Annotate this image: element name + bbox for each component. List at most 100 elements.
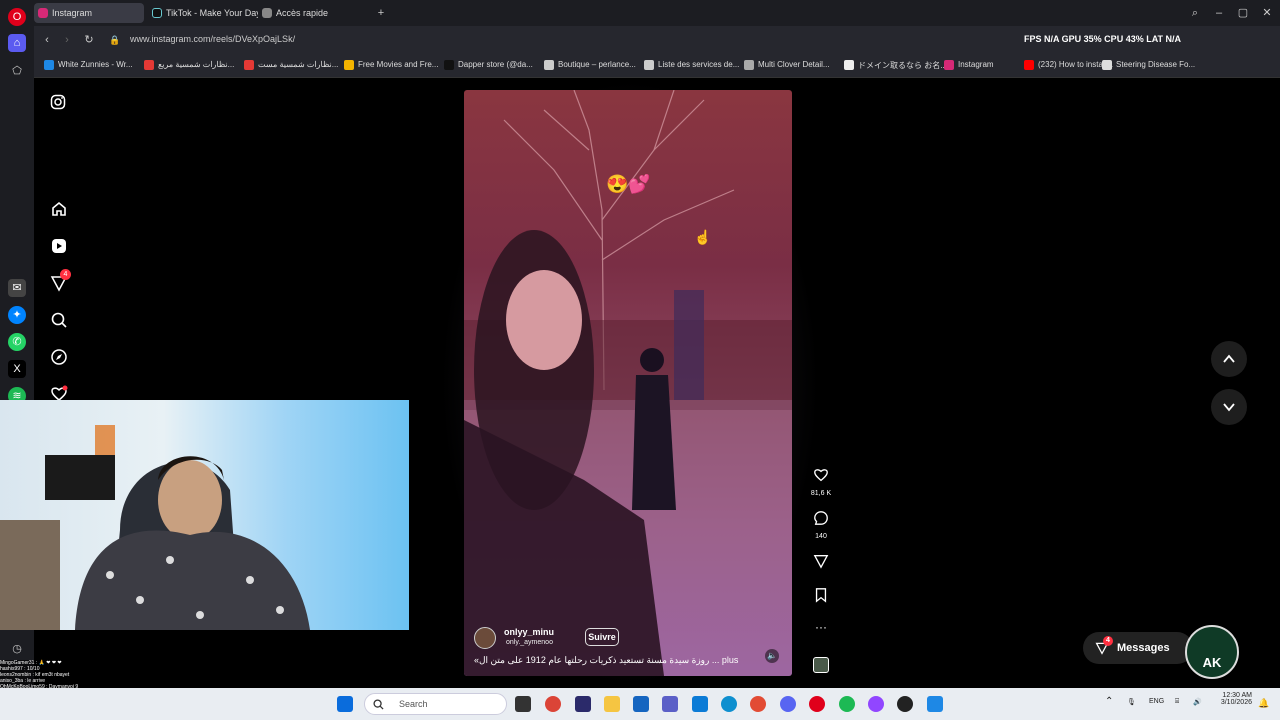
webcam-feed bbox=[0, 400, 409, 630]
start-icon[interactable] bbox=[337, 696, 353, 712]
reload-button[interactable]: ↻ bbox=[82, 33, 96, 47]
search-placeholder: Search bbox=[399, 699, 428, 709]
clock[interactable]: 12:30 AM 3/10/2026 bbox=[1212, 692, 1252, 706]
follow-button[interactable]: Suivre bbox=[585, 628, 619, 646]
home-icon[interactable]: ⌂ bbox=[8, 34, 26, 52]
spotify-icon[interactable] bbox=[839, 696, 855, 712]
maximize-button[interactable]: ▢ bbox=[1236, 6, 1250, 20]
bookmark-label: Free Movies and Fre... bbox=[358, 60, 439, 69]
opera-icon[interactable] bbox=[809, 696, 825, 712]
bookmark-item[interactable]: Dapper store (@da... bbox=[444, 60, 533, 70]
chrome-icon[interactable] bbox=[545, 696, 561, 712]
chevron-up-icon bbox=[1223, 354, 1235, 363]
reel-username[interactable]: onlyy_minu bbox=[504, 627, 554, 637]
explore-icon[interactable] bbox=[50, 348, 70, 368]
bookmark-favicon-icon bbox=[44, 60, 54, 70]
opera-logo-icon[interactable]: O bbox=[8, 8, 26, 26]
bookmark-item[interactable]: Liste des services de... bbox=[644, 60, 740, 70]
photos-icon[interactable] bbox=[927, 696, 943, 712]
tray-overflow-icon[interactable]: ⌃ bbox=[1105, 696, 1113, 707]
twitch-icon[interactable] bbox=[868, 696, 884, 712]
x-icon[interactable]: X bbox=[8, 360, 26, 378]
back-button[interactable]: ‹ bbox=[40, 33, 54, 47]
notification-badge: 4 bbox=[60, 269, 71, 280]
edge-icon[interactable] bbox=[721, 696, 737, 712]
task-view-icon[interactable] bbox=[515, 696, 531, 712]
file-explorer-icon[interactable] bbox=[604, 696, 620, 712]
chevron-down-icon bbox=[1223, 403, 1235, 412]
network-icon[interactable]: ⌸ bbox=[1175, 698, 1179, 706]
whatsapp-icon[interactable]: ✆ bbox=[8, 333, 26, 351]
premiere-icon[interactable] bbox=[575, 696, 591, 712]
teams-icon[interactable] bbox=[662, 696, 678, 712]
messages-button[interactable]: 4 Messages bbox=[1083, 632, 1193, 664]
tiktok-icon bbox=[152, 8, 162, 18]
bookmark-icon bbox=[815, 588, 827, 603]
reels-icon[interactable] bbox=[50, 237, 70, 257]
history-icon[interactable]: ◷ bbox=[8, 640, 26, 658]
forward-button[interactable]: › bbox=[60, 33, 74, 47]
pinboard-icon[interactable]: ⬠ bbox=[8, 62, 26, 80]
performance-readout: FPS N/A GPU 35% CPU 43% LAT N/A bbox=[1024, 34, 1182, 44]
store-icon[interactable] bbox=[633, 696, 649, 712]
chrome-alt-icon[interactable] bbox=[750, 696, 766, 712]
tab-speed-dial[interactable]: Accès rapide bbox=[258, 3, 368, 23]
save-button[interactable] bbox=[810, 587, 832, 608]
search-tabs-icon[interactable]: ⌕ bbox=[1188, 6, 1202, 20]
windows-taskbar: Search ⌃ 🎙 ENG ⌸ 🔊 12:30 AM 3/10/2026 🔔 bbox=[0, 688, 1280, 720]
bookmark-item[interactable]: (232) How to install... bbox=[1024, 60, 1113, 70]
tab-instagram[interactable]: Instagram bbox=[34, 3, 144, 23]
bookmark-favicon-icon bbox=[544, 60, 554, 70]
instagram-icon bbox=[38, 8, 48, 18]
bookmark-item[interactable]: White Zunnies - Wr... bbox=[44, 60, 133, 70]
bookmark-item[interactable]: Multi Clover Detail... bbox=[744, 60, 830, 70]
reel-video[interactable]: 😍💕 bbox=[464, 90, 792, 676]
url-field[interactable]: www.instagram.com/reels/DVeXpOajLSk/ bbox=[130, 34, 295, 44]
bookmark-item[interactable]: Steering Disease Fo... bbox=[1102, 60, 1195, 70]
taskbar-search[interactable]: Search bbox=[364, 693, 507, 715]
reel-caption[interactable]: «روزة سيدة مسنة تستعيد ذكريات رحلتها عام… bbox=[474, 655, 744, 666]
obs-icon[interactable] bbox=[897, 696, 913, 712]
home-icon[interactable] bbox=[50, 200, 70, 220]
vpn-icon[interactable] bbox=[692, 696, 708, 712]
reel-audio-link[interactable]: only._aymenoo bbox=[506, 639, 553, 646]
messages-icon[interactable]: 4 bbox=[50, 269, 71, 294]
bookmark-item[interactable]: نظارات شمسية مريع... bbox=[144, 60, 235, 70]
more-options-icon[interactable]: ··· bbox=[810, 620, 832, 634]
gmail-icon[interactable]: ✉ bbox=[8, 279, 26, 297]
bookmark-item[interactable]: Free Movies and Fre... bbox=[344, 60, 439, 70]
minimize-button[interactable]: – bbox=[1212, 6, 1226, 20]
microphone-icon[interactable]: 🎙 bbox=[1127, 698, 1136, 706]
tab-tiktok[interactable]: TikTok - Make Your Day bbox=[148, 3, 258, 23]
bookmark-item[interactable]: Instagram bbox=[944, 60, 994, 70]
notification-center-icon[interactable]: 🔔 bbox=[1258, 698, 1269, 709]
bookmark-item[interactable]: نظارات شمسية مست... bbox=[244, 60, 338, 70]
search-icon[interactable] bbox=[50, 311, 70, 331]
audio-thumbnail[interactable] bbox=[813, 657, 829, 673]
bookmark-label: نظارات شمسية مريع... bbox=[158, 60, 235, 69]
bookmark-label: Boutique – perlance... bbox=[558, 60, 636, 69]
close-button[interactable]: ✕ bbox=[1260, 6, 1274, 20]
comment-count: 140 bbox=[815, 533, 827, 540]
previous-reel-button[interactable] bbox=[1211, 341, 1247, 377]
volume-icon[interactable]: 🔊 bbox=[1193, 698, 1202, 706]
share-button[interactable] bbox=[810, 553, 832, 574]
discord-icon[interactable] bbox=[780, 696, 796, 712]
bookmark-favicon-icon bbox=[644, 60, 654, 70]
new-tab-button[interactable]: + bbox=[374, 6, 388, 20]
avatar[interactable] bbox=[474, 627, 496, 649]
bookmark-label: ドメイン取るなら お名... bbox=[858, 61, 947, 70]
bookmark-item[interactable]: Boutique – perlance... bbox=[544, 60, 636, 70]
search-icon bbox=[373, 699, 384, 710]
instagram-logo-icon[interactable] bbox=[50, 94, 70, 114]
like-button[interactable]: 81,6 K bbox=[810, 467, 832, 497]
next-reel-button[interactable] bbox=[1211, 389, 1247, 425]
comment-button[interactable]: 140 bbox=[810, 510, 832, 540]
language-indicator[interactable]: ENG bbox=[1149, 698, 1164, 705]
share-icon bbox=[813, 555, 829, 569]
bookmark-item[interactable]: ドメイン取るなら お名... bbox=[844, 60, 947, 71]
mute-icon[interactable]: 🔈 bbox=[765, 649, 779, 663]
address-bar: ‹ › ↻ 🔒 www.instagram.com/reels/DVeXpOaj… bbox=[34, 26, 1280, 54]
bookmark-label: Liste des services de... bbox=[658, 60, 740, 69]
messenger-icon[interactable]: ✦ bbox=[8, 306, 26, 324]
